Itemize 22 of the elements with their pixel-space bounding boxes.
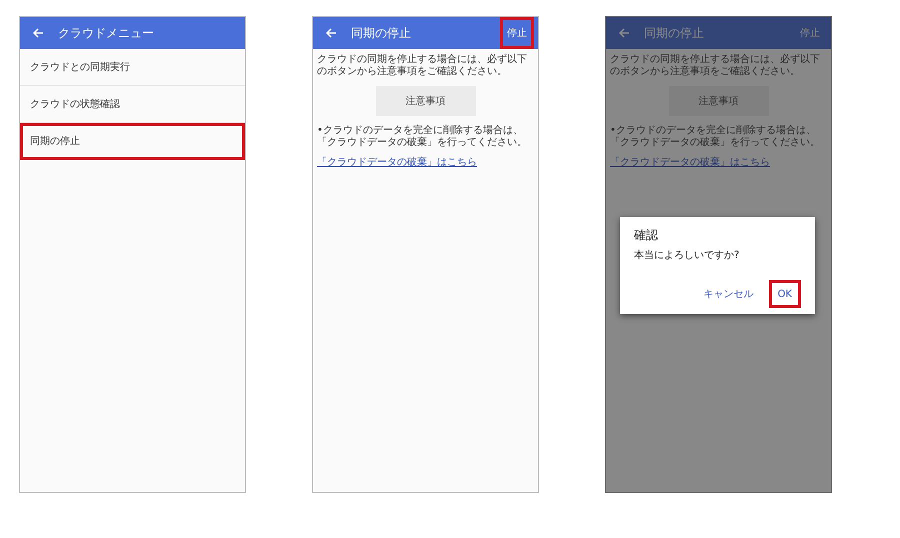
note-text: •クラウドのデータを完全に削除する場合は、「クラウドデータの破棄」を行ってください。 — [610, 125, 821, 148]
notice-button[interactable]: 注意事項 — [376, 86, 476, 116]
notice-button[interactable]: 注意事項 — [668, 86, 768, 116]
back-arrow-icon[interactable] — [618, 27, 630, 39]
dialog-button[interactable]: キャンセル — [694, 280, 763, 308]
dialog-message: 本当によろしいですか? — [634, 248, 740, 262]
dialog-button[interactable]: OK — [768, 280, 801, 308]
screen-title: 同期の停止 — [644, 24, 705, 42]
back-arrow-icon[interactable] — [325, 27, 337, 39]
instruction-text: クラウドの同期を停止する場合には、必ず以下のボタンから注意事項をご確認ください。 — [317, 54, 528, 77]
discard-data-link[interactable]: 「クラウドデータの破棄」はこちら — [317, 157, 477, 168]
note-text: •クラウドのデータを完全に削除する場合は、「クラウドデータの破棄」を行ってください。 — [317, 125, 528, 148]
discard-data-link[interactable]: 「クラウドデータの破棄」はこちら — [610, 157, 770, 168]
screen-title: クラウドメニュー — [58, 24, 155, 42]
menu-item[interactable]: クラウドの状態確認 — [20, 86, 245, 123]
instruction-text: クラウドの同期を停止する場合には、必ず以下のボタンから注意事項をご確認ください。 — [610, 54, 821, 77]
screen-title: 同期の停止 — [351, 24, 412, 42]
dialog-title: 確認 — [634, 227, 659, 244]
menu-item[interactable]: クラウドとの同期実行 — [20, 49, 245, 86]
back-arrow-icon[interactable] — [32, 27, 44, 39]
menu-item[interactable]: 同期の停止 — [20, 123, 245, 160]
stop-button[interactable]: 停止 — [500, 17, 534, 49]
